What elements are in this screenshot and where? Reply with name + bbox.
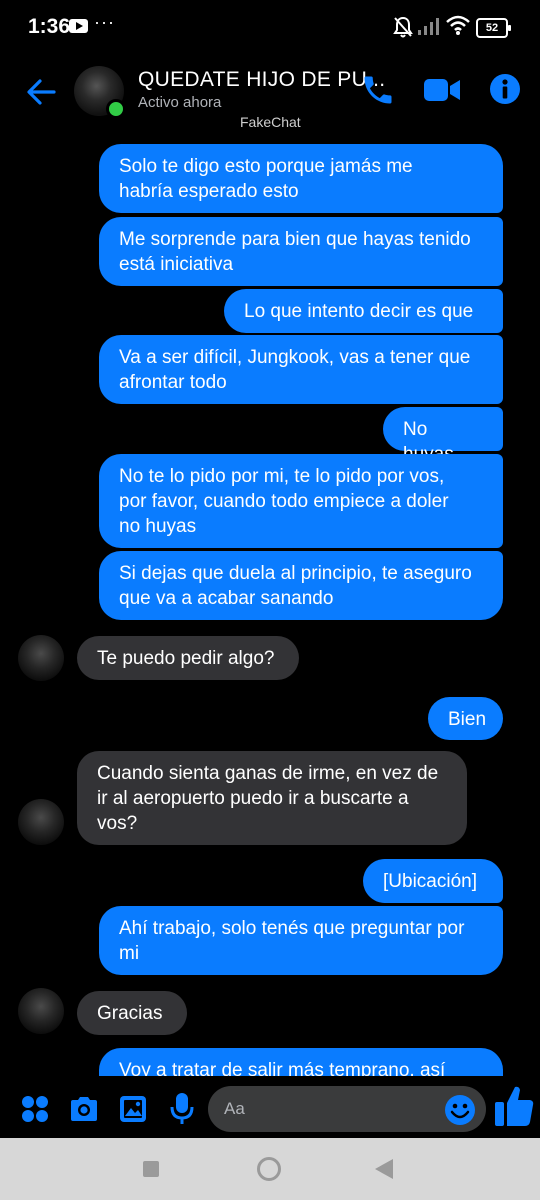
outgoing-message[interactable]: Solo te digo esto porque jamás me habría… (99, 144, 503, 213)
contact-name[interactable]: QUEDATE HIJO DE PU... (138, 68, 385, 92)
back-arrow-icon[interactable] (24, 74, 60, 110)
chat-header: QUEDATE HIJO DE PU... Activo ahora FakeC… (0, 56, 540, 136)
outgoing-message[interactable]: Lo que intento decir es que (224, 289, 503, 333)
outgoing-message[interactable]: Si dejas que duela al principio, te aseg… (99, 551, 503, 620)
sender-avatar[interactable] (18, 799, 64, 845)
microphone-icon[interactable] (170, 1092, 194, 1126)
incoming-message[interactable]: Cuando sienta ganas de irme, en vez de i… (77, 751, 467, 845)
status-bar: 1:36 ··· 52 (0, 0, 540, 56)
incoming-message[interactable]: Te puedo pedir algo? (77, 636, 299, 680)
more-notifications-icon: ··· (94, 12, 115, 32)
status-time: 1:36 (28, 15, 71, 38)
signal-icon (418, 18, 439, 35)
thumbs-up-icon[interactable] (494, 1084, 534, 1128)
home-button[interactable] (257, 1157, 281, 1181)
camera-icon[interactable] (68, 1095, 100, 1123)
online-indicator (106, 99, 126, 119)
info-icon[interactable] (488, 72, 522, 106)
message-input-placeholder: Aa (224, 1099, 245, 1118)
outgoing-message[interactable]: No te lo pido por mi, te lo pido por vos… (99, 454, 503, 548)
system-back-button[interactable] (375, 1159, 393, 1179)
outgoing-message[interactable]: [Ubicación] (363, 859, 503, 903)
video-call-icon[interactable] (423, 76, 461, 104)
phone-call-icon[interactable] (360, 72, 396, 108)
gallery-icon[interactable] (118, 1094, 148, 1124)
message-composer: Aa (0, 1078, 540, 1138)
outgoing-message[interactable]: Ahí trabajo, solo tenés que preguntar po… (99, 906, 503, 975)
menu-grid-icon[interactable] (20, 1094, 50, 1124)
recents-button[interactable] (143, 1161, 159, 1177)
sender-avatar[interactable] (18, 635, 64, 681)
youtube-notification-icon (69, 19, 88, 33)
emoji-icon[interactable] (444, 1094, 476, 1126)
battery-indicator: 52 (476, 18, 511, 38)
contact-status: Activo ahora (138, 94, 222, 111)
outgoing-message[interactable]: Bien (428, 697, 503, 740)
message-list[interactable]: Solo te digo esto porque jamás me habría… (0, 136, 540, 1076)
outgoing-message[interactable]: Va a ser difícil, Jungkook, vas a tener … (99, 335, 503, 404)
system-nav-bar (0, 1138, 540, 1200)
mute-bell-icon (393, 16, 413, 38)
watermark: FakeChat (240, 114, 301, 130)
outgoing-message[interactable]: No huyas (383, 407, 503, 465)
sender-avatar[interactable] (18, 988, 64, 1034)
message-input[interactable]: Aa (208, 1086, 486, 1132)
outgoing-message[interactable]: Voy a tratar de salir más temprano, así (99, 1048, 503, 1076)
outgoing-message[interactable]: Me sorprende para bien que hayas tenido … (99, 217, 503, 286)
incoming-message[interactable]: Gracias (77, 991, 187, 1035)
wifi-icon (446, 15, 470, 35)
